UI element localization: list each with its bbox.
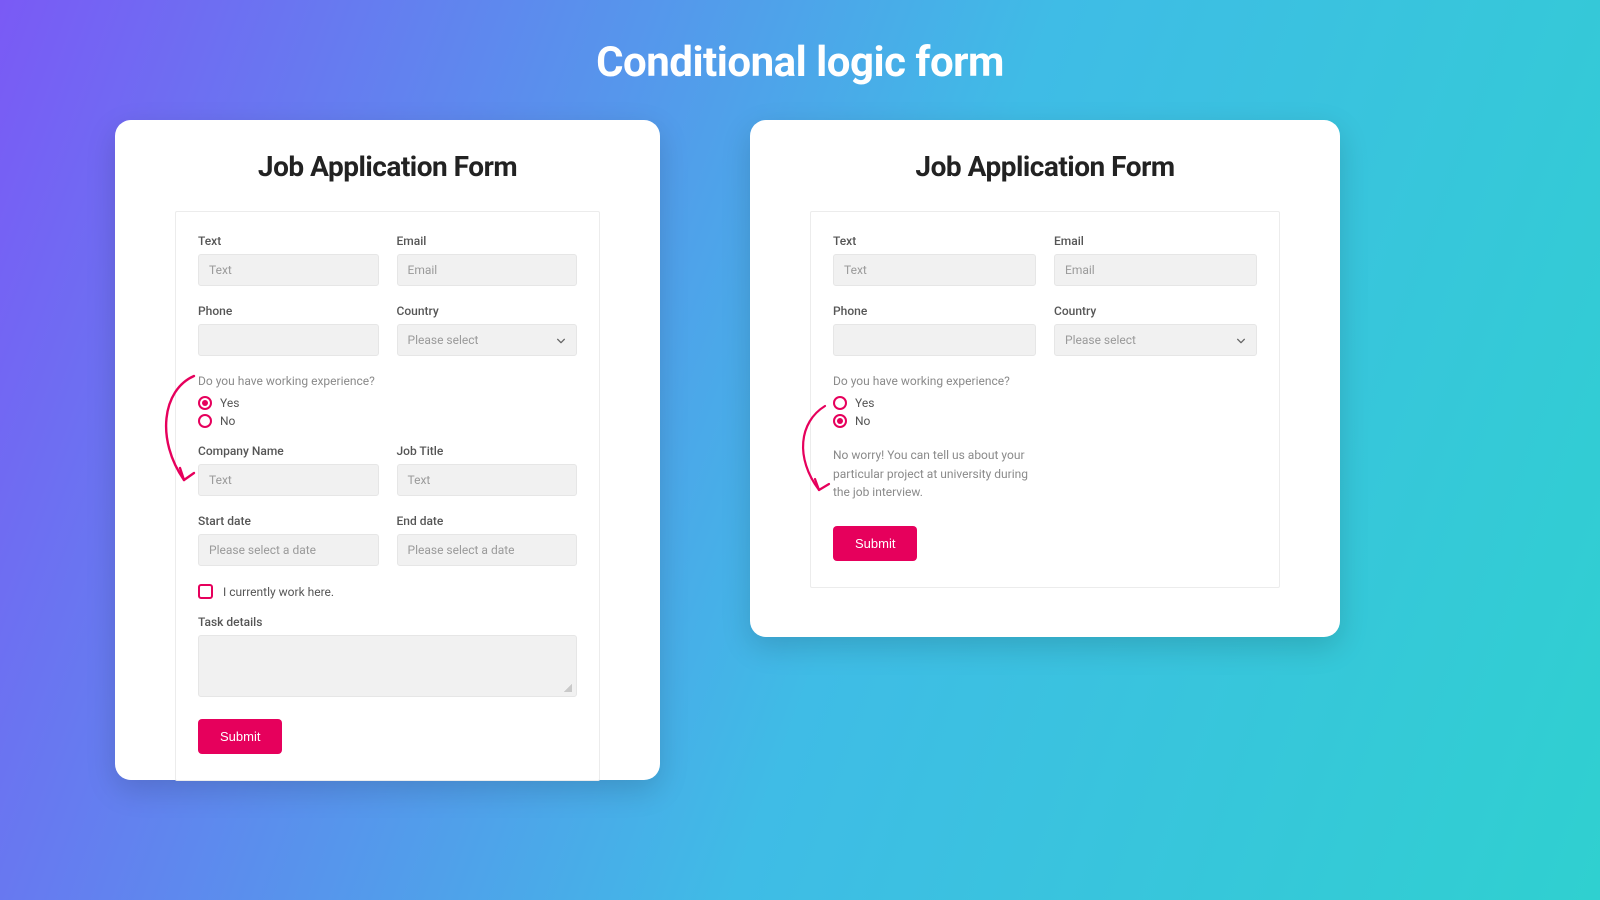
form-card-no-variant: Job Application Form Text Text Email Ema… [750, 120, 1340, 637]
job-title-label: Job Title [397, 444, 578, 458]
email-input[interactable]: Email [397, 254, 578, 286]
chevron-down-icon [1236, 335, 1246, 345]
country-placeholder: Please select [408, 333, 479, 347]
text-placeholder: Text [844, 263, 867, 277]
email-input[interactable]: Email [1054, 254, 1257, 286]
page-title: Conditional logic form [0, 0, 1600, 87]
form-card-yes-variant: Job Application Form Text Text Email Ema… [115, 120, 660, 780]
job-title-input[interactable]: Text [397, 464, 578, 496]
radio-option-yes[interactable]: Yes [198, 396, 577, 410]
start-date-placeholder: Please select a date [209, 543, 316, 557]
submit-button[interactable]: Submit [833, 526, 917, 561]
end-date-label: End date [397, 514, 578, 528]
text-label: Text [833, 234, 1036, 248]
country-select[interactable]: Please select [397, 324, 578, 356]
phone-label: Phone [833, 304, 1036, 318]
inner-form: Text Text Email Email Phone Country Plea… [810, 211, 1280, 588]
radio-icon [198, 396, 212, 410]
checkbox-icon [198, 584, 213, 599]
email-label: Email [397, 234, 578, 248]
submit-button[interactable]: Submit [198, 719, 282, 754]
start-date-input[interactable]: Please select a date [198, 534, 379, 566]
phone-input[interactable] [198, 324, 379, 356]
text-input[interactable]: Text [198, 254, 379, 286]
radio-option-yes[interactable]: Yes [833, 396, 1257, 410]
experience-question: Do you have working experience? [833, 374, 1257, 388]
checkbox-label: I currently work here. [223, 585, 334, 599]
currently-work-checkbox[interactable]: I currently work here. [198, 584, 577, 599]
phone-label: Phone [198, 304, 379, 318]
radio-label: No [220, 414, 235, 428]
end-date-input[interactable]: Please select a date [397, 534, 578, 566]
text-input[interactable]: Text [833, 254, 1036, 286]
radio-icon [833, 414, 847, 428]
no-experience-info-text: No worry! You can tell us about your par… [833, 446, 1043, 502]
text-label: Text [198, 234, 379, 248]
country-select[interactable]: Please select [1054, 324, 1257, 356]
task-details-textarea[interactable] [198, 635, 577, 697]
email-placeholder: Email [1065, 263, 1095, 277]
job-title-placeholder: Text [408, 473, 431, 487]
country-placeholder: Please select [1065, 333, 1136, 347]
country-label: Country [397, 304, 578, 318]
radio-icon [198, 414, 212, 428]
email-placeholder: Email [408, 263, 438, 277]
radio-option-no[interactable]: No [198, 414, 577, 428]
company-name-label: Company Name [198, 444, 379, 458]
company-name-input[interactable]: Text [198, 464, 379, 496]
company-name-placeholder: Text [209, 473, 232, 487]
radio-option-no[interactable]: No [833, 414, 1257, 428]
form-heading: Job Application Form [175, 150, 600, 183]
radio-icon [833, 396, 847, 410]
country-label: Country [1054, 304, 1257, 318]
text-placeholder: Text [209, 263, 232, 277]
end-date-placeholder: Please select a date [408, 543, 515, 557]
inner-form: Text Text Email Email Phone Country Plea… [175, 211, 600, 781]
chevron-down-icon [556, 335, 566, 345]
task-details-label: Task details [198, 615, 577, 629]
experience-question: Do you have working experience? [198, 374, 577, 388]
radio-label: Yes [855, 396, 874, 410]
phone-input[interactable] [833, 324, 1036, 356]
start-date-label: Start date [198, 514, 379, 528]
form-heading: Job Application Form [810, 150, 1280, 183]
radio-label: No [855, 414, 870, 428]
radio-label: Yes [220, 396, 239, 410]
email-label: Email [1054, 234, 1257, 248]
